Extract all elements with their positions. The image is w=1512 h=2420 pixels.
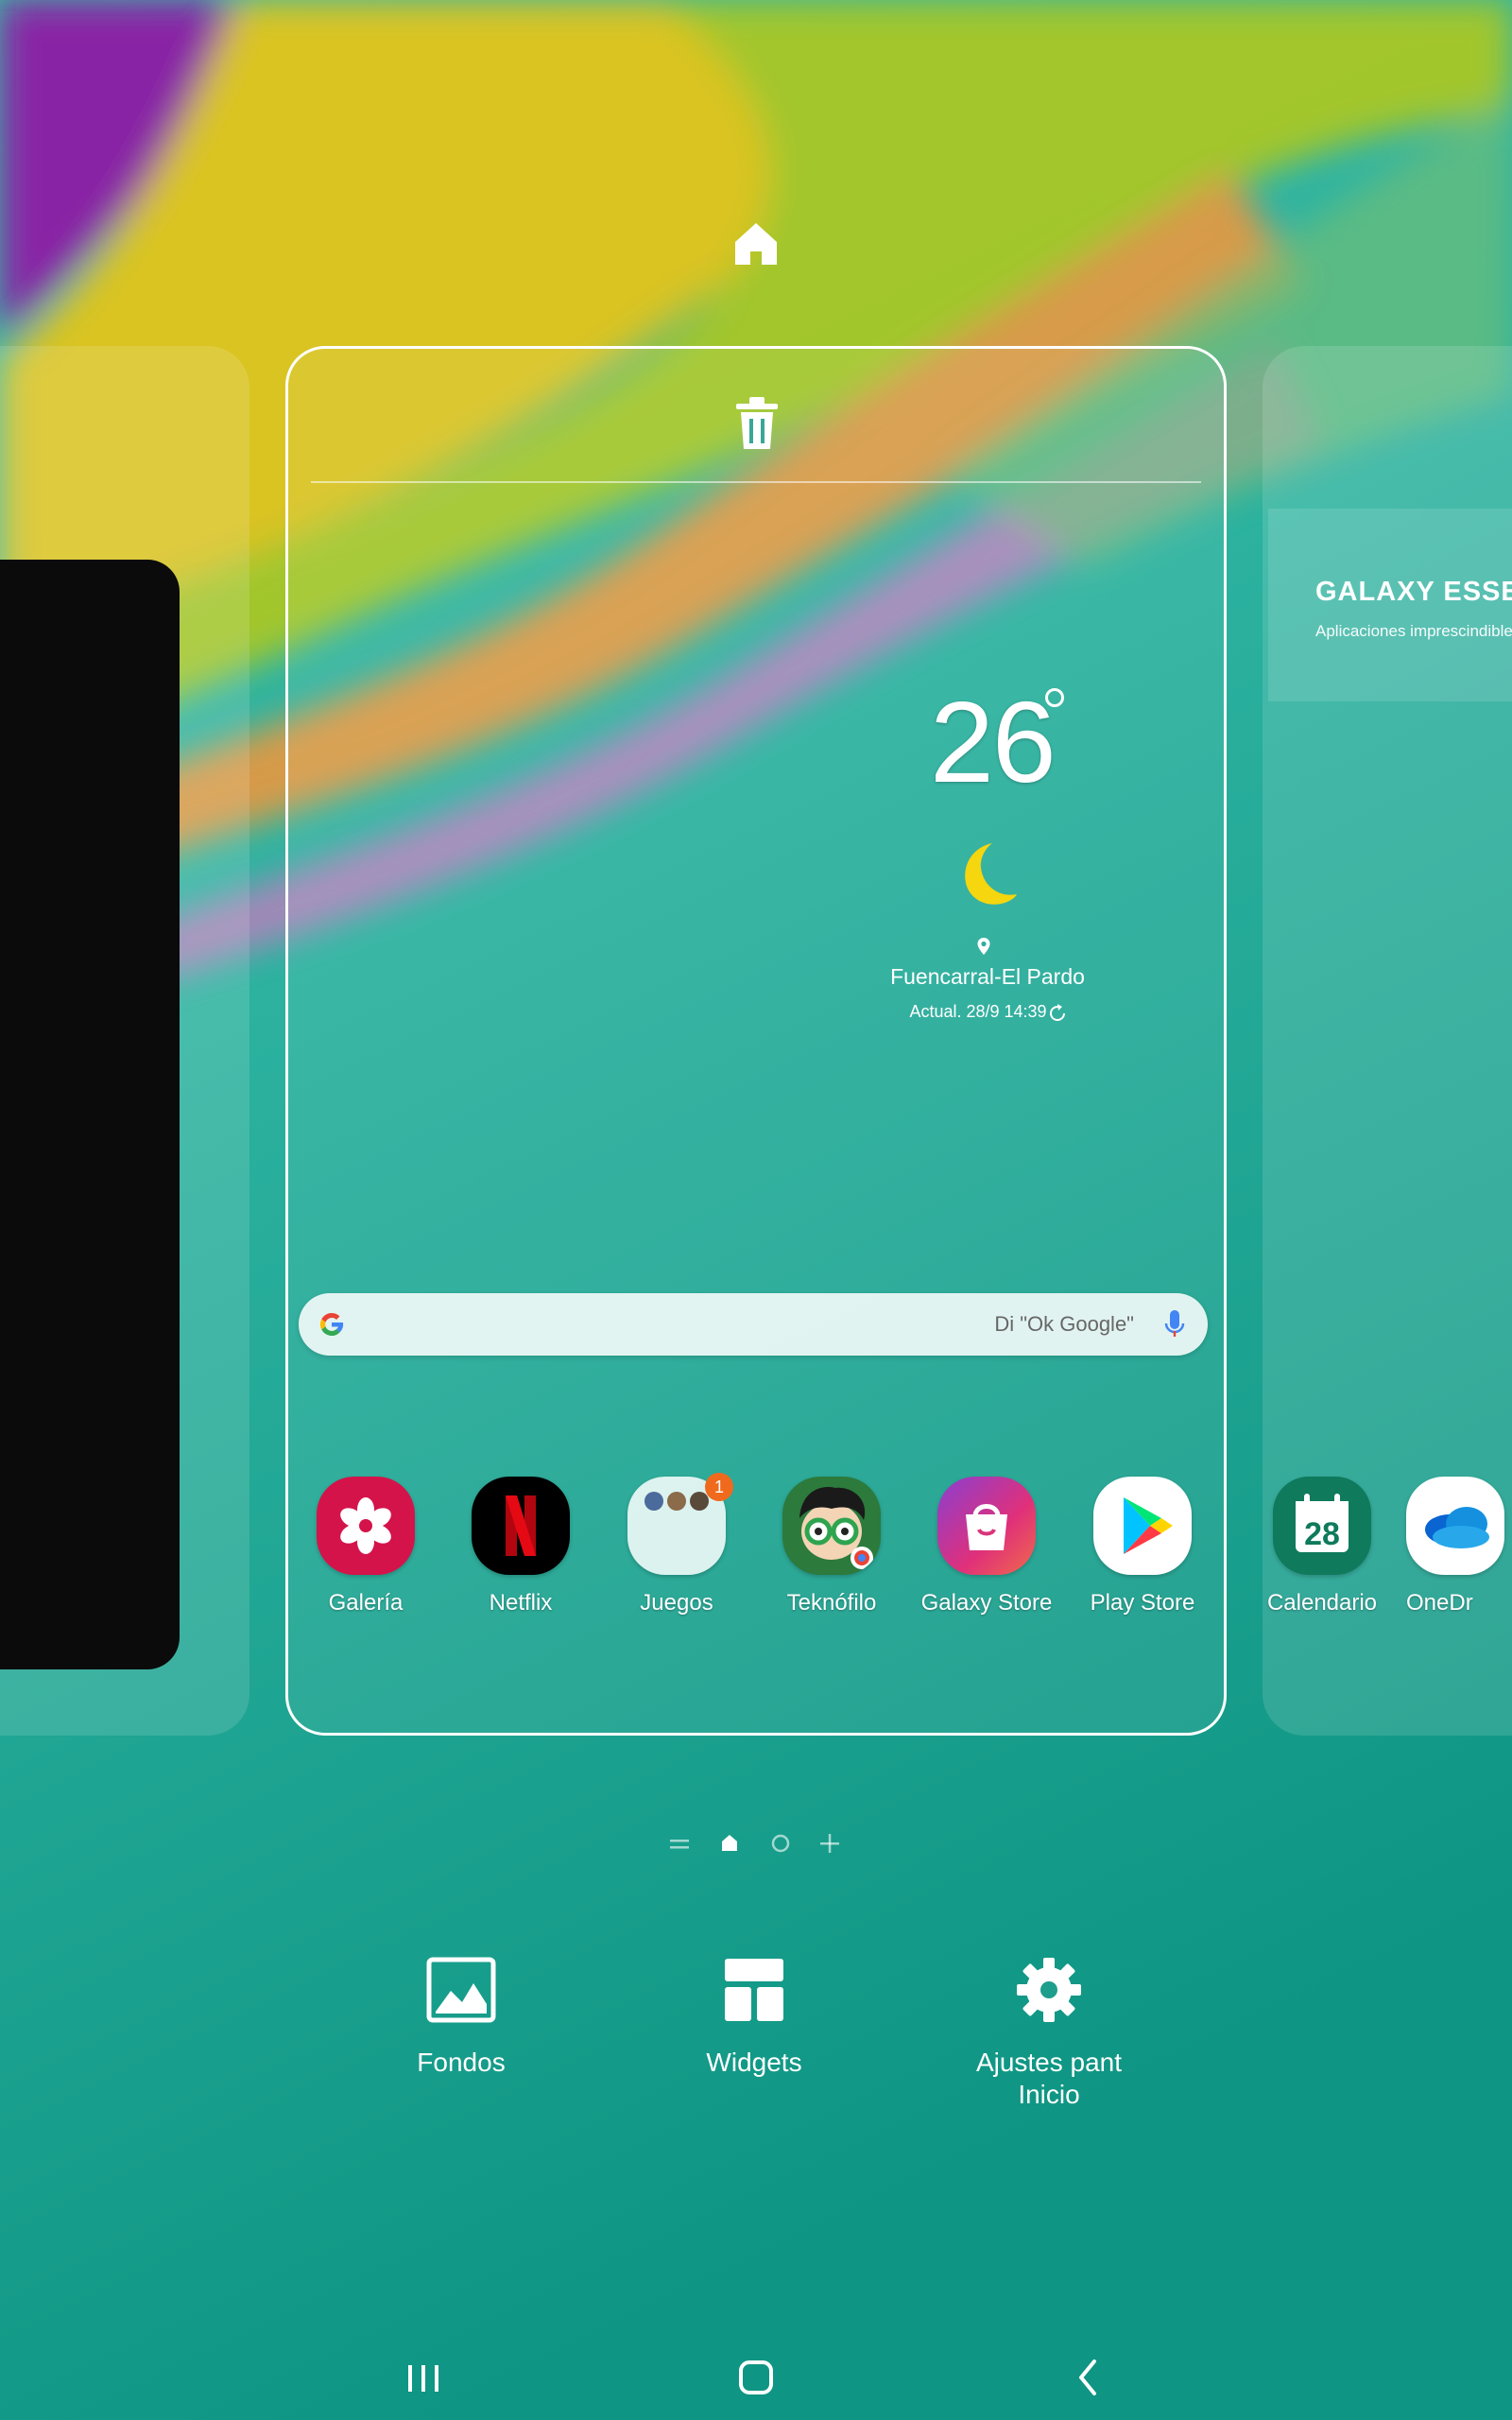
notification-badge: 1 bbox=[705, 1473, 733, 1501]
degree-symbol bbox=[1045, 688, 1064, 707]
home-dot-icon bbox=[722, 1835, 737, 1851]
games-folder-icon: 1 bbox=[627, 1473, 733, 1575]
google-search-bar[interactable]: Di "Ok Google" bbox=[299, 1293, 1208, 1356]
app-onedrive[interactable]: OneDr bbox=[1406, 1477, 1512, 1616]
wallpaper-icon bbox=[426, 1957, 496, 2023]
page-dot-icon bbox=[771, 1834, 790, 1853]
galaxy-essentials-widget[interactable]: GALAXY ESSENT Aplicaciones imprescindibl… bbox=[1268, 509, 1512, 701]
onedrive-icon bbox=[1406, 1477, 1504, 1575]
page-indicator[interactable] bbox=[662, 1830, 850, 1858]
microphone-icon[interactable] bbox=[1162, 1306, 1187, 1342]
app-play-store[interactable]: Play Store bbox=[1072, 1477, 1213, 1616]
gallery-icon bbox=[317, 1477, 415, 1575]
wallpapers-button[interactable]: Fondos bbox=[348, 1955, 575, 2079]
moon-icon bbox=[965, 843, 1017, 905]
widgets-icon bbox=[725, 1959, 783, 2021]
app-galaxy-store[interactable]: Galaxy Store bbox=[916, 1477, 1057, 1616]
widgets-button[interactable]: Widgets bbox=[641, 1955, 868, 2079]
app-label: Juegos bbox=[640, 1590, 713, 1616]
app-label: Galería bbox=[328, 1590, 404, 1616]
calendar-icon: 28 bbox=[1273, 1477, 1371, 1575]
essentials-subtitle: Aplicaciones imprescindibles dise bbox=[1315, 622, 1512, 640]
tool-label: Widgets bbox=[706, 2048, 802, 2077]
app-label: Teknófilo bbox=[786, 1590, 877, 1616]
app-galeria[interactable]: Galería bbox=[295, 1477, 437, 1616]
left-page-preview[interactable] bbox=[0, 346, 249, 1736]
home-settings-button[interactable]: Ajustes pant Inicio bbox=[936, 1955, 1162, 2111]
app-netflix[interactable]: Netflix bbox=[450, 1477, 592, 1616]
weather-location: Fuencarral-El Pardo bbox=[890, 964, 1085, 989]
play-store-icon bbox=[1093, 1477, 1192, 1575]
black-widget-card bbox=[0, 560, 180, 1669]
home-button[interactable] bbox=[728, 2354, 784, 2401]
teknofilo-icon bbox=[782, 1477, 881, 1575]
app-label: Calendario bbox=[1266, 1590, 1378, 1616]
app-label: Galaxy Store bbox=[920, 1590, 1053, 1616]
app-juegos[interactable]: 1 Juegos bbox=[606, 1473, 747, 1616]
recents-button[interactable] bbox=[395, 2354, 452, 2401]
svg-text:28: 28 bbox=[1304, 1516, 1340, 1552]
app-teknofilo[interactable]: Teknófilo bbox=[761, 1477, 902, 1616]
right-page-preview[interactable]: GALAXY ESSENT Aplicaciones imprescindibl… bbox=[1263, 346, 1512, 1736]
location-pin-icon bbox=[977, 938, 990, 955]
app-label: OneDr bbox=[1406, 1590, 1473, 1616]
google-logo-icon bbox=[319, 1313, 344, 1337]
tool-label: Ajustes pant Inicio bbox=[975, 2048, 1123, 2109]
galaxy-store-icon bbox=[937, 1477, 1036, 1575]
settings-gear-icon bbox=[1017, 1958, 1081, 2022]
app-calendario[interactable]: 28 Calendario bbox=[1251, 1477, 1393, 1616]
back-button[interactable] bbox=[1060, 2354, 1117, 2401]
panel-divider bbox=[311, 481, 1201, 483]
home-page-icon[interactable] bbox=[728, 216, 784, 272]
refresh-icon[interactable] bbox=[1047, 1003, 1068, 1024]
weather-temperature[interactable]: 26 bbox=[930, 684, 1057, 800]
app-label: Netflix bbox=[489, 1590, 553, 1616]
trash-icon[interactable] bbox=[732, 394, 782, 453]
tool-label: Fondos bbox=[417, 2048, 506, 2077]
app-label: Play Store bbox=[1090, 1590, 1195, 1616]
essentials-title: GALAXY ESSENT bbox=[1315, 577, 1512, 607]
netflix-icon bbox=[472, 1477, 570, 1575]
menu-lines-icon bbox=[670, 1840, 689, 1849]
add-page-icon bbox=[820, 1834, 839, 1853]
search-hint: Di "Ok Google" bbox=[994, 1312, 1134, 1336]
